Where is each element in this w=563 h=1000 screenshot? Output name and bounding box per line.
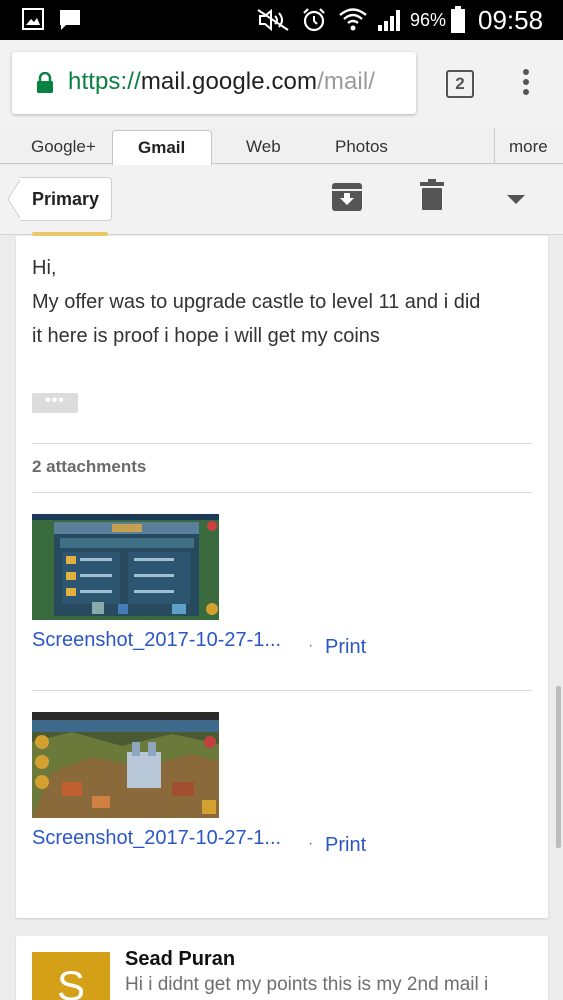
attachment-separator: · xyxy=(308,835,314,852)
archive-icon[interactable] xyxy=(332,181,362,213)
attachment-thumbnail[interactable] xyxy=(32,514,219,620)
mute-icon xyxy=(257,8,289,32)
url-text: https://mail.google.com/mail/ xyxy=(68,68,375,96)
lock-icon xyxy=(37,72,53,93)
divider xyxy=(32,443,532,444)
message-icon xyxy=(60,10,80,30)
attachment-thumbnail[interactable] xyxy=(32,712,219,818)
print-link[interactable]: Print xyxy=(325,636,366,659)
scrollbar[interactable] xyxy=(556,686,561,848)
attachment-filename[interactable]: Screenshot_2017-10-27-1... xyxy=(32,827,281,850)
divider xyxy=(32,492,532,493)
battery-icon xyxy=(451,6,465,33)
divider xyxy=(32,690,532,691)
gallery-icon xyxy=(22,8,44,30)
signal-icon xyxy=(378,10,400,31)
sender-name: Sead Puran xyxy=(125,948,236,970)
label-bar xyxy=(32,232,108,236)
clock: 09:58 xyxy=(478,5,544,35)
tab-gmail[interactable]: Gmail xyxy=(138,138,185,158)
gmail-action-bar: Primary xyxy=(0,165,563,235)
attachments-count: 2 attachments xyxy=(32,457,147,476)
dropdown-icon[interactable] xyxy=(507,195,525,205)
browser-toolbar: https://mail.google.com/mail/ xyxy=(0,40,563,128)
label-chip-primary[interactable]: Primary xyxy=(20,177,112,221)
url-scheme: https:// xyxy=(68,68,141,95)
tab-switcher-button[interactable]: 2 xyxy=(446,70,474,98)
battery-percent: 96% xyxy=(410,10,447,30)
overflow-menu-icon[interactable] xyxy=(518,66,534,100)
tab-web[interactable]: Web xyxy=(246,137,281,157)
url-host: mail.google.com xyxy=(140,68,318,95)
wifi-icon xyxy=(339,8,367,31)
attachment-separator: · xyxy=(308,637,314,654)
url-path: /mail/ xyxy=(317,68,376,95)
message-line-2: it here is proof i hope i will get my co… xyxy=(32,325,380,347)
alarm-icon xyxy=(303,8,325,32)
show-trimmed-content-button[interactable]: ••• xyxy=(32,393,78,413)
tab-google-plus[interactable]: Google+ xyxy=(31,137,96,157)
avatar: S xyxy=(32,952,110,1000)
tab-more[interactable]: more xyxy=(509,137,548,157)
delete-icon[interactable] xyxy=(420,179,444,211)
status-bar: 96% 09:58 xyxy=(0,0,563,40)
message-greeting: Hi, xyxy=(32,257,57,279)
message-snippet: Hi i didnt get my points this is my 2nd … xyxy=(125,974,489,995)
url-bar[interactable]: https://mail.google.com/mail/ xyxy=(12,52,416,114)
tab-photos[interactable]: Photos xyxy=(335,137,388,157)
attachment-filename[interactable]: Screenshot_2017-10-27-1... xyxy=(32,629,281,652)
print-link[interactable]: Print xyxy=(325,834,366,857)
message-line-1: My offer was to upgrade castle to level … xyxy=(32,291,481,313)
